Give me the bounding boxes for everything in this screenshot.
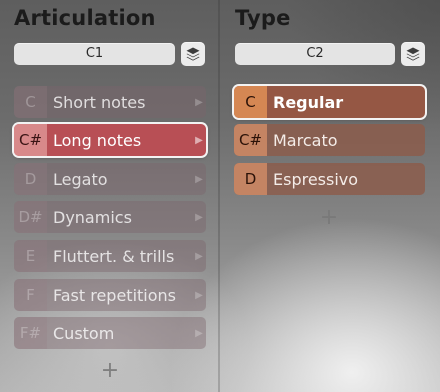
layers-icon	[186, 47, 200, 61]
articulation-item-fast-repetitions[interactable]: F Fast repetitions ▶	[14, 279, 206, 311]
item-label: Custom	[53, 323, 115, 343]
key-label: D	[14, 163, 47, 195]
type-item-espressivo[interactable]: D Espressivo	[234, 163, 425, 195]
articulation-title: Articulation	[14, 6, 156, 30]
add-type-button[interactable]: +	[318, 207, 340, 229]
item-label: Dynamics	[53, 207, 132, 227]
chevron-right-icon: ▶	[195, 327, 203, 339]
chevron-right-icon: ▶	[195, 173, 203, 185]
articulation-panel: Articulation C1 C Short notes ▶ C# Long …	[0, 0, 218, 392]
key-label: C	[234, 86, 267, 118]
key-label: E	[14, 240, 47, 272]
articulation-item-dynamics[interactable]: D# Dynamics ▶	[14, 201, 206, 233]
plus-icon: +	[100, 358, 120, 383]
item-label: Long notes	[53, 130, 142, 150]
layers-icon	[406, 47, 420, 61]
key-label: C#	[234, 124, 267, 156]
chevron-right-icon: ▶	[195, 211, 203, 223]
type-item-marcato[interactable]: C# Marcato	[234, 124, 425, 156]
item-label: Fast repetitions	[53, 285, 177, 305]
articulation-layers-button[interactable]	[181, 42, 205, 66]
chevron-right-icon: ▶	[195, 96, 203, 108]
key-label: C#	[14, 124, 47, 156]
item-label: Fluttert. & trills	[53, 246, 175, 266]
add-articulation-button[interactable]: +	[99, 360, 121, 382]
key-label: F#	[14, 317, 47, 349]
key-label: C	[14, 86, 47, 118]
articulation-item-long-notes[interactable]: C# Long notes ▶	[14, 124, 206, 156]
articulation-item-fluttert-trills[interactable]: E Fluttert. & trills ▶	[14, 240, 206, 272]
key-label: D#	[14, 201, 47, 233]
item-label: Espressivo	[273, 169, 359, 189]
item-label: Marcato	[273, 130, 338, 150]
type-title: Type	[235, 6, 291, 30]
articulation-item-short-notes[interactable]: C Short notes ▶	[14, 86, 206, 118]
item-label: Legato	[53, 169, 108, 189]
chevron-right-icon: ▶	[195, 289, 203, 301]
key-label: D	[234, 163, 267, 195]
plus-icon: +	[319, 205, 339, 230]
chevron-right-icon: ▶	[195, 134, 203, 146]
articulation-keyswitch-selector[interactable]: C1	[14, 43, 175, 65]
type-item-regular[interactable]: C Regular	[234, 86, 425, 118]
type-layers-button[interactable]	[401, 42, 425, 66]
item-label: Regular	[273, 92, 344, 112]
item-label: Short notes	[53, 92, 146, 112]
articulation-item-custom[interactable]: F# Custom ▶	[14, 317, 206, 349]
key-label: F	[14, 279, 47, 311]
chevron-right-icon: ▶	[195, 250, 203, 262]
type-keyswitch-selector[interactable]: C2	[235, 43, 395, 65]
articulation-item-legato[interactable]: D Legato ▶	[14, 163, 206, 195]
type-panel: Type C2 C Regular C# Marcato D Espressiv…	[220, 0, 440, 392]
